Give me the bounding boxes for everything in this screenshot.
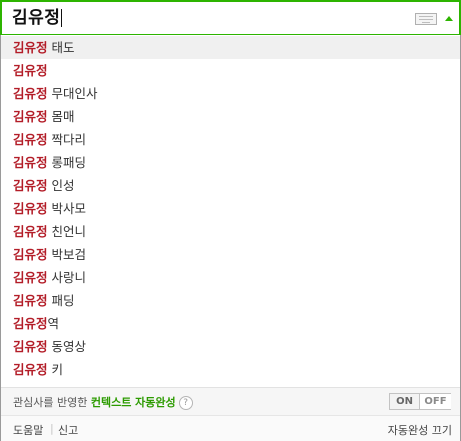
toggle-on-button[interactable]: ON	[390, 394, 419, 409]
suggestion-item[interactable]: 김유정 키	[1, 358, 460, 381]
suggestion-keyword: 김유정	[13, 86, 48, 101]
suggestion-rest: 태도	[47, 40, 75, 55]
help-link[interactable]: 도움말	[13, 422, 43, 438]
footer-separator: |	[50, 422, 54, 435]
suggestion-rest: 무대인사	[47, 86, 98, 101]
search-input[interactable]: 김유정	[12, 8, 63, 28]
suggestion-keyword: 김유정	[13, 339, 48, 354]
report-link[interactable]: 신고	[58, 422, 78, 438]
context-highlight: 컨텍스트 자동완성	[90, 396, 176, 409]
suggestion-keyword: 김유정	[13, 247, 48, 262]
suggestion-rest: 롱패딩	[47, 155, 86, 170]
suggestion-item[interactable]: 김유정 패딩	[1, 289, 460, 312]
suggestion-item[interactable]: 김유정역	[1, 312, 460, 335]
suggestion-rest: 친언니	[47, 224, 86, 239]
suggestion-keyword: 김유정	[13, 155, 48, 170]
search-query: 김유정	[12, 8, 61, 28]
suggestion-item[interactable]: 김유정 몸매	[1, 105, 460, 128]
suggestion-list: 김유정 태도 김유정 김유정 무대인사 김유정 몸매 김유정 짝다리 김유정 롱…	[1, 36, 460, 381]
context-prefix: 관심사를 반영한	[13, 396, 91, 409]
suggestion-keyword: 김유정	[13, 316, 48, 331]
help-icon[interactable]: ?	[178, 396, 193, 410]
dropdown-footer: 도움말 | 신고 자동완성 끄기	[1, 415, 460, 441]
suggestion-item[interactable]: 김유정 사랑니	[1, 266, 460, 289]
suggestion-item[interactable]: 김유정	[1, 59, 460, 82]
suggestion-rest: 박보검	[47, 247, 86, 262]
suggestion-item[interactable]: 김유정 태도	[1, 36, 460, 59]
suggestion-rest: 인성	[47, 178, 75, 193]
suggestion-rest: 박사모	[47, 201, 86, 216]
toggle-off-button[interactable]: OFF	[419, 394, 451, 409]
suggestion-keyword: 김유정	[13, 109, 48, 124]
suggestion-item[interactable]: 김유정 롱패딩	[1, 151, 460, 174]
suggestion-rest: 몸매	[47, 109, 75, 124]
suggestion-item[interactable]: 김유정 박사모	[1, 197, 460, 220]
suggestion-rest: 키	[47, 362, 63, 377]
suggestion-dropdown: 김유정 태도 김유정 김유정 무대인사 김유정 몸매 김유정 짝다리 김유정 롱…	[0, 35, 461, 441]
suggestion-keyword: 김유정	[13, 224, 48, 239]
suggestion-rest: 짝다리	[47, 132, 86, 147]
suggestion-item[interactable]: 김유정 동영상	[1, 335, 460, 358]
collapse-arrow-icon[interactable]	[445, 16, 453, 21]
suggestion-keyword: 김유정	[13, 362, 48, 377]
suggestion-keyword: 김유정	[13, 178, 48, 193]
suggestion-item[interactable]: 김유정 친언니	[1, 220, 460, 243]
keyboard-icon[interactable]	[415, 13, 437, 25]
suggestion-keyword: 김유정	[13, 270, 48, 285]
suggestion-rest: 패딩	[47, 293, 75, 308]
suggestion-rest: 역	[47, 316, 60, 331]
suggestion-item[interactable]: 김유정 인성	[1, 174, 460, 197]
suggestion-keyword: 김유정	[13, 132, 48, 147]
suggestion-keyword: 김유정	[13, 63, 48, 78]
search-box[interactable]: 김유정	[0, 0, 461, 35]
text-caret	[61, 9, 63, 27]
autocomplete-widget: 김유정 김유정 태도 김유정 김유정 무대인사 김유정 몸매 김유정 짝다리 김…	[0, 0, 461, 441]
suggestion-item[interactable]: 김유정 박보검	[1, 243, 460, 266]
suggestion-keyword: 김유정	[13, 201, 48, 216]
context-toggle[interactable]: ON OFF	[389, 393, 451, 410]
context-autocomplete-bar: 관심사를 반영한 컨텍스트 자동완성? ON OFF	[1, 387, 460, 415]
suggestion-keyword: 김유정	[13, 293, 48, 308]
autocomplete-off-link[interactable]: 자동완성 끄기	[388, 422, 452, 438]
suggestion-rest: 사랑니	[47, 270, 86, 285]
suggestion-item[interactable]: 김유정 무대인사	[1, 82, 460, 105]
suggestion-item[interactable]: 김유정 짝다리	[1, 128, 460, 151]
context-description: 관심사를 반영한 컨텍스트 자동완성?	[13, 394, 193, 410]
suggestion-keyword: 김유정	[13, 40, 48, 55]
suggestion-rest: 동영상	[47, 339, 86, 354]
